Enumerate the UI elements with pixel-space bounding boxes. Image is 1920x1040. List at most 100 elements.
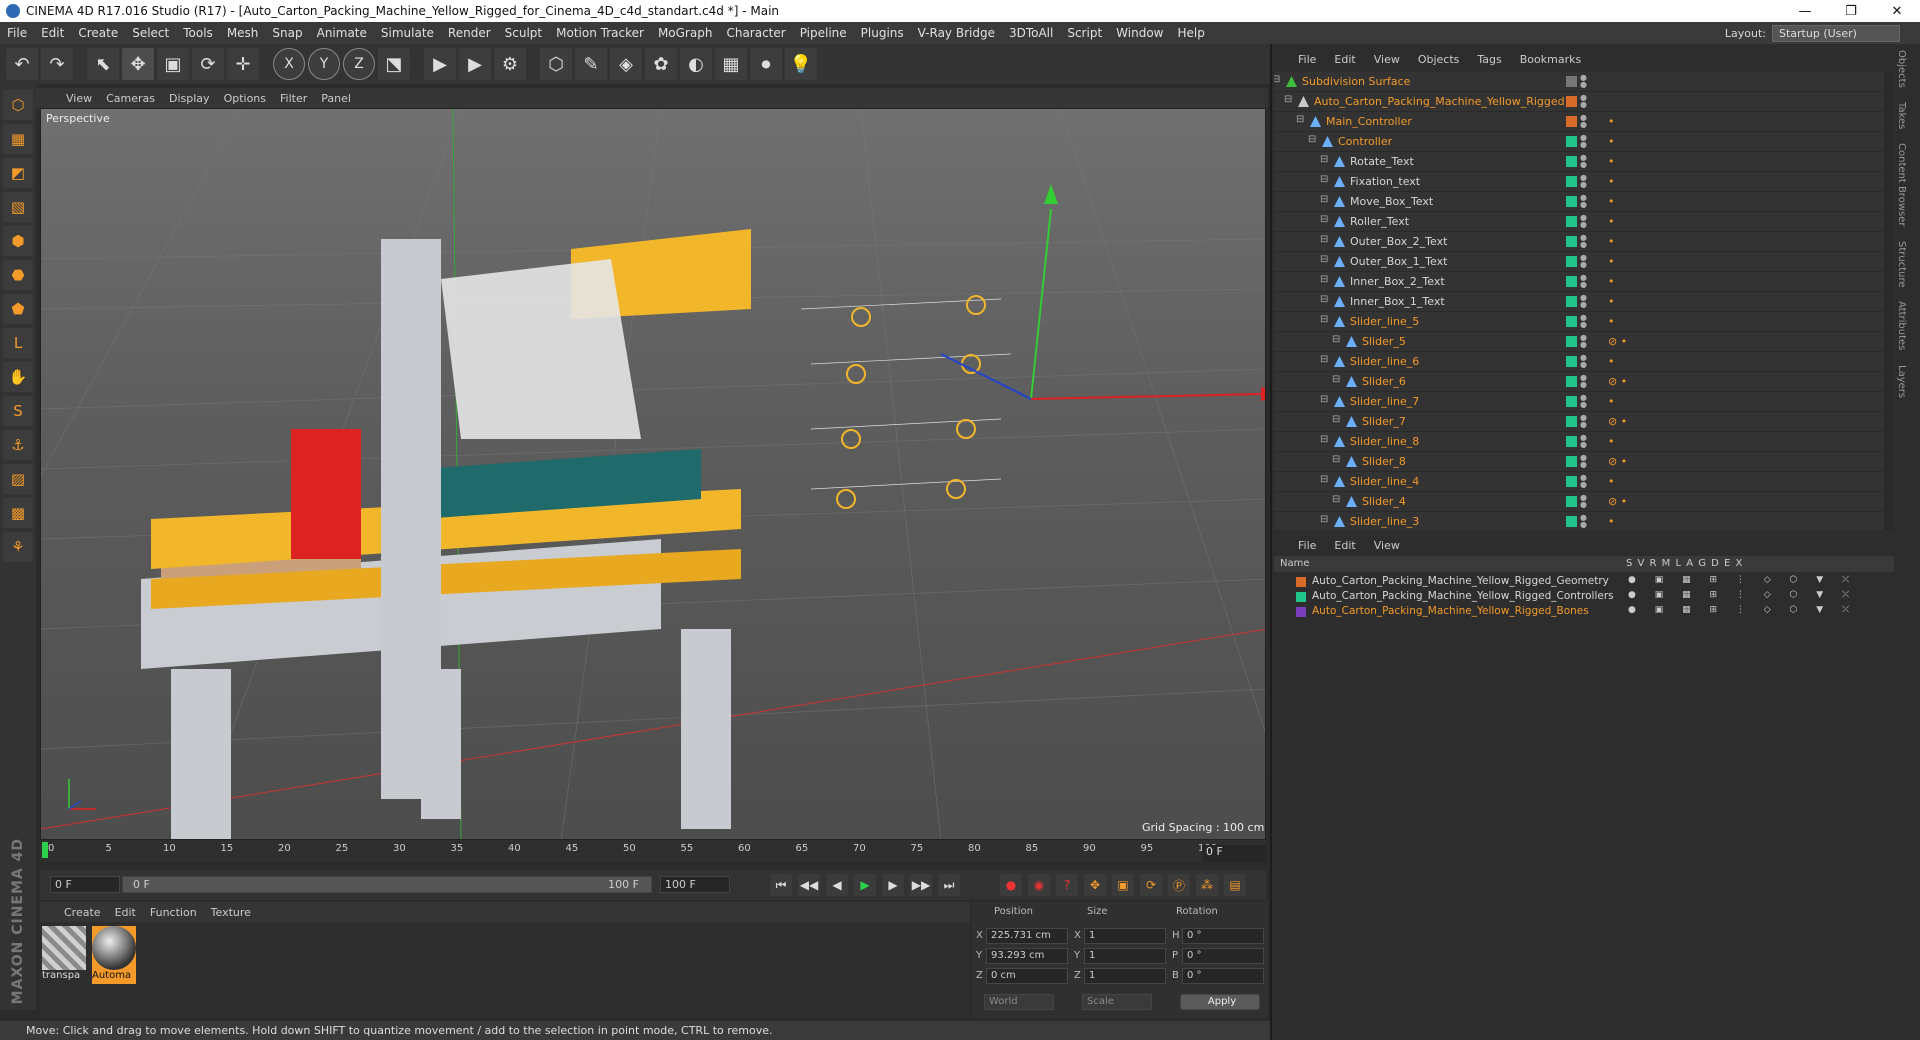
points-mode-icon[interactable]: ⬢: [3, 226, 33, 256]
object-row[interactable]: ⊟ Slider_6 ● ● ⊘ •: [1274, 372, 1884, 392]
expand-toggle-icon[interactable]: ⊟: [1320, 214, 1328, 225]
parameter-key-icon[interactable]: Ⓟ: [1168, 874, 1190, 896]
material-menu-edit[interactable]: Edit: [115, 906, 136, 919]
tweak-mode-icon[interactable]: ✋: [3, 362, 33, 392]
expand-toggle-icon[interactable]: ⊟: [1320, 154, 1328, 165]
restore-button[interactable]: ❐: [1828, 4, 1874, 19]
expand-toggle-icon[interactable]: ⊟: [1296, 114, 1304, 125]
visibility-dots[interactable]: ● ●: [1580, 474, 1587, 489]
x-axis-icon[interactable]: X: [273, 48, 305, 80]
expand-toggle-icon[interactable]: ⊟: [1320, 254, 1328, 265]
visibility-dots[interactable]: ● ●: [1580, 114, 1587, 129]
visibility-dots[interactable]: ● ●: [1580, 274, 1587, 289]
expand-toggle-icon[interactable]: ⊟: [1332, 414, 1340, 425]
expand-toggle-icon[interactable]: ⊟: [1320, 434, 1328, 445]
layer-color-swatch[interactable]: [1566, 416, 1577, 427]
magnet-icon[interactable]: ⚓: [3, 430, 33, 460]
position-y-field[interactable]: 93.293 cm: [986, 948, 1068, 964]
object-row[interactable]: ⊟ Slider_line_7 ● ● •: [1274, 392, 1884, 412]
menu-mesh[interactable]: Mesh: [220, 26, 266, 40]
visibility-dots[interactable]: ● ●: [1580, 514, 1587, 529]
position-z-field[interactable]: 0 cm: [986, 968, 1068, 984]
layer-color-swatch[interactable]: [1566, 296, 1577, 307]
viewport-3d[interactable]: [40, 108, 1266, 840]
end-frame-field[interactable]: 100 F: [660, 876, 730, 893]
size-x-field[interactable]: 1: [1084, 928, 1166, 944]
viewport-menu-filter[interactable]: Filter: [280, 92, 307, 105]
visibility-dots[interactable]: ● ●: [1580, 134, 1587, 149]
layer-color-swatch[interactable]: [1566, 516, 1577, 527]
layer-flag-icons[interactable]: ● ▣ ▦ ⊞ ⋮ ◇ ⬡ ▼ ⤫: [1628, 590, 1857, 600]
layer-menu-file[interactable]: File: [1298, 539, 1316, 552]
visibility-dots[interactable]: ● ●: [1580, 94, 1587, 109]
rotation-h-field[interactable]: 0 °: [1182, 928, 1264, 944]
layer-color-swatch[interactable]: [1566, 456, 1577, 467]
visibility-dots[interactable]: ● ●: [1580, 414, 1587, 429]
object-tag-icon[interactable]: ⊘ •: [1608, 455, 1627, 468]
undo-icon[interactable]: ↶: [6, 48, 38, 80]
layer-color-swatch[interactable]: [1566, 136, 1577, 147]
visibility-dots[interactable]: ● ●: [1580, 254, 1587, 269]
rotation-p-field[interactable]: 0 °: [1182, 948, 1264, 964]
object-tag-icon[interactable]: •: [1608, 315, 1615, 328]
visibility-dots[interactable]: ● ●: [1580, 194, 1587, 209]
render-view-icon[interactable]: ▶: [424, 48, 456, 80]
expand-toggle-icon[interactable]: ⊟: [1274, 74, 1280, 85]
side-tab-content-browser[interactable]: Content Browser: [1896, 143, 1907, 226]
expand-toggle-icon[interactable]: ⊟: [1308, 134, 1316, 145]
visibility-dots[interactable]: ● ●: [1580, 174, 1587, 189]
keyframe-selection-icon[interactable]: ?: [1056, 874, 1078, 896]
camera-icon[interactable]: ⏺: [750, 48, 782, 80]
scale-icon[interactable]: ▣: [157, 48, 189, 80]
expand-toggle-icon[interactable]: ⊟: [1332, 494, 1340, 505]
paint-icon[interactable]: ▩: [3, 498, 33, 528]
layer-color-swatch[interactable]: [1566, 336, 1577, 347]
object-row[interactable]: ⊟ Subdivision Surface ● ●: [1274, 72, 1884, 92]
playhead[interactable]: [42, 842, 48, 858]
object-row[interactable]: ⊟ Slider_line_5 ● ● •: [1274, 312, 1884, 332]
menu-3dtoall[interactable]: 3DToAll: [1002, 26, 1060, 40]
close-button[interactable]: ✕: [1874, 4, 1920, 19]
object-tag-icon[interactable]: •: [1608, 395, 1615, 408]
layer-color-swatch[interactable]: [1566, 176, 1577, 187]
object-row[interactable]: ⊟ Slider_line_8 ● ● •: [1274, 432, 1884, 452]
object-tag-icon[interactable]: •: [1608, 255, 1615, 268]
layer-menu-view[interactable]: View: [1374, 539, 1400, 552]
move-icon[interactable]: ✥: [122, 48, 154, 80]
menu-pipeline[interactable]: Pipeline: [793, 26, 854, 40]
start-frame-field[interactable]: 0 F: [50, 876, 120, 893]
layer-color-swatch[interactable]: [1296, 592, 1306, 602]
redo-icon[interactable]: ↷: [41, 48, 73, 80]
current-frame-field[interactable]: 0 F: [1202, 845, 1266, 862]
layer-color-swatch[interactable]: [1566, 236, 1577, 247]
expand-toggle-icon[interactable]: ⊟: [1320, 514, 1328, 525]
position-x-field[interactable]: 225.731 cm: [986, 928, 1068, 944]
object-tag-icon[interactable]: ⊘ •: [1608, 415, 1627, 428]
expand-toggle-icon[interactable]: ⊟: [1320, 274, 1328, 285]
recent-tool-icon[interactable]: ✛: [227, 48, 259, 80]
object-tag-icon[interactable]: •: [1608, 355, 1615, 368]
scale-key-icon[interactable]: ▣: [1112, 874, 1134, 896]
object-tag-icon[interactable]: ⊘ •: [1608, 335, 1627, 348]
visibility-dots[interactable]: ● ●: [1580, 434, 1587, 449]
layer-color-swatch[interactable]: [1566, 216, 1577, 227]
menu-character[interactable]: Character: [719, 26, 792, 40]
timeline-ruler[interactable]: 0510152025303540455055606570758085909510…: [40, 840, 1266, 862]
layer-color-swatch[interactable]: [1296, 577, 1306, 587]
rotation-key-icon[interactable]: ⟳: [1140, 874, 1162, 896]
menu-render[interactable]: Render: [441, 26, 498, 40]
object-menu-objects[interactable]: Objects: [1418, 53, 1460, 66]
object-tag-icon[interactable]: •: [1608, 295, 1615, 308]
size-y-field[interactable]: 1: [1084, 948, 1166, 964]
object-menu-edit[interactable]: Edit: [1334, 53, 1355, 66]
material-menu-function[interactable]: Function: [150, 906, 197, 919]
menu-help[interactable]: Help: [1170, 26, 1211, 40]
layer-color-swatch[interactable]: [1566, 156, 1577, 167]
layer-color-swatch[interactable]: [1566, 436, 1577, 447]
edit-render-settings-icon[interactable]: ⚙: [494, 48, 526, 80]
layer-row[interactable]: Auto_Carton_Packing_Machine_Yellow_Rigge…: [1274, 604, 1894, 619]
object-row[interactable]: ⊟ Slider_line_3 ● ● •: [1274, 512, 1884, 530]
object-row[interactable]: ⊟ Inner_Box_2_Text ● ● •: [1274, 272, 1884, 292]
layer-color-swatch[interactable]: [1296, 607, 1306, 617]
layout-dropdown[interactable]: Startup (User): [1772, 24, 1900, 42]
